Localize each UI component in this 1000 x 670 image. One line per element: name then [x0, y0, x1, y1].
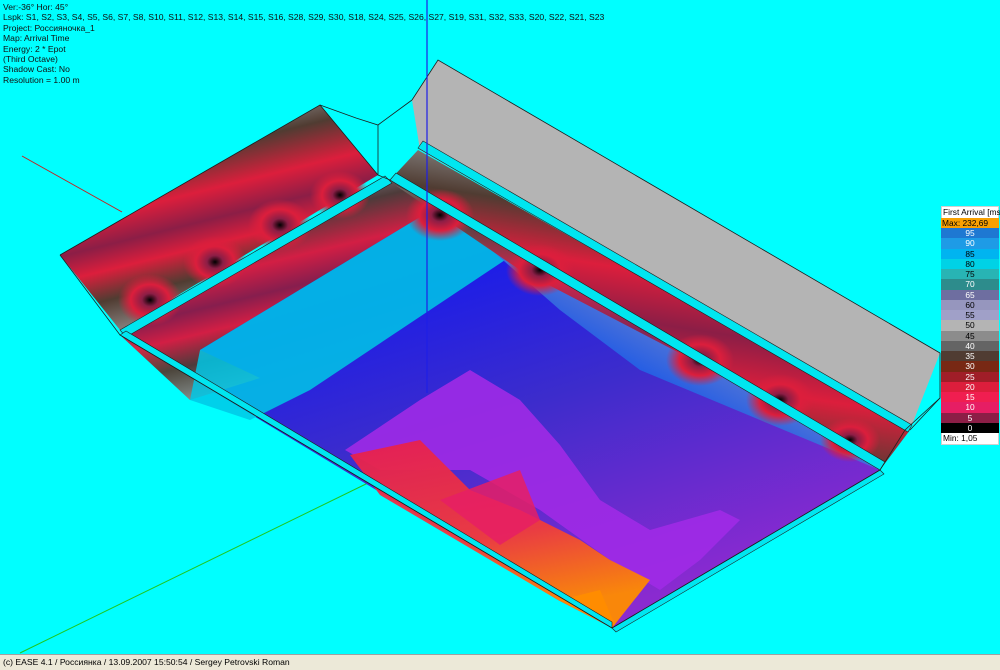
info-project: Project: Россияночка_1	[3, 22, 95, 33]
legend-row-20: 20	[941, 381, 999, 392]
info-map: Map: Arrival Time	[3, 33, 70, 44]
legend-row-5: 5	[941, 412, 999, 423]
status-bar: (c) EASE 4.1 / Россиянка / 13.09.2007 15…	[0, 654, 1000, 670]
ease-3d-scene[interactable]	[0, 0, 1000, 654]
info-band: (Third Octave)	[3, 54, 58, 65]
legend-row-15: 15	[941, 392, 999, 403]
legend-row-35: 35	[941, 351, 999, 362]
info-energy: Energy: 2 * Epot	[3, 43, 66, 54]
legend-row-80: 80	[941, 258, 999, 269]
axis-line-green	[19, 481, 371, 654]
legend-row-0: 0	[941, 422, 999, 433]
legend-row-10: 10	[941, 402, 999, 413]
legend-row-40: 40	[941, 340, 999, 351]
legend-row-30: 30	[941, 361, 999, 372]
legend-row-60: 60	[941, 299, 999, 310]
legend-rows: 95 90 85 80 75 70 65 60 55 50 45 40 35 30 25 20 15 10 5 0	[941, 228, 999, 433]
info-shadow: Shadow Cast: No	[3, 64, 70, 75]
legend-min: Min: 1,05	[941, 433, 999, 445]
legend-row-90: 90	[941, 238, 999, 249]
legend-row-55: 55	[941, 310, 999, 321]
legend-row-85: 85	[941, 248, 999, 259]
legend-row-45: 45	[941, 330, 999, 341]
legend-row-95: 95	[941, 228, 999, 239]
legend-max: Max: 232,69	[941, 218, 999, 228]
color-legend: First Arrival [ms] Max: 232,69 95 90 85 80 7…	[941, 206, 1000, 445]
view-info-panel: Ver:-36° Hor: 45° Lspk: S1, S2, S3, S4, …	[3, 2, 604, 85]
legend-row-50: 50	[941, 320, 999, 331]
info-view-angles: Ver:-36° Hor: 45°	[3, 2, 69, 12]
info-resolution: Resolution = 1.00 m	[3, 74, 80, 85]
legend-row-75: 75	[941, 269, 999, 280]
legend-row-65: 65	[941, 289, 999, 300]
legend-row-70: 70	[941, 279, 999, 290]
3d-viewport[interactable]: Ver:-36° Hor: 45° Lspk: S1, S2, S3, S4, …	[0, 0, 1000, 654]
legend-row-25: 25	[941, 371, 999, 382]
legend-title: First Arrival [ms]	[941, 206, 1000, 218]
info-loudspeakers: Lspk: S1, S2, S3, S4, S5, S6, S7, S8, S1…	[3, 12, 605, 23]
axis-line-red	[21, 155, 123, 213]
